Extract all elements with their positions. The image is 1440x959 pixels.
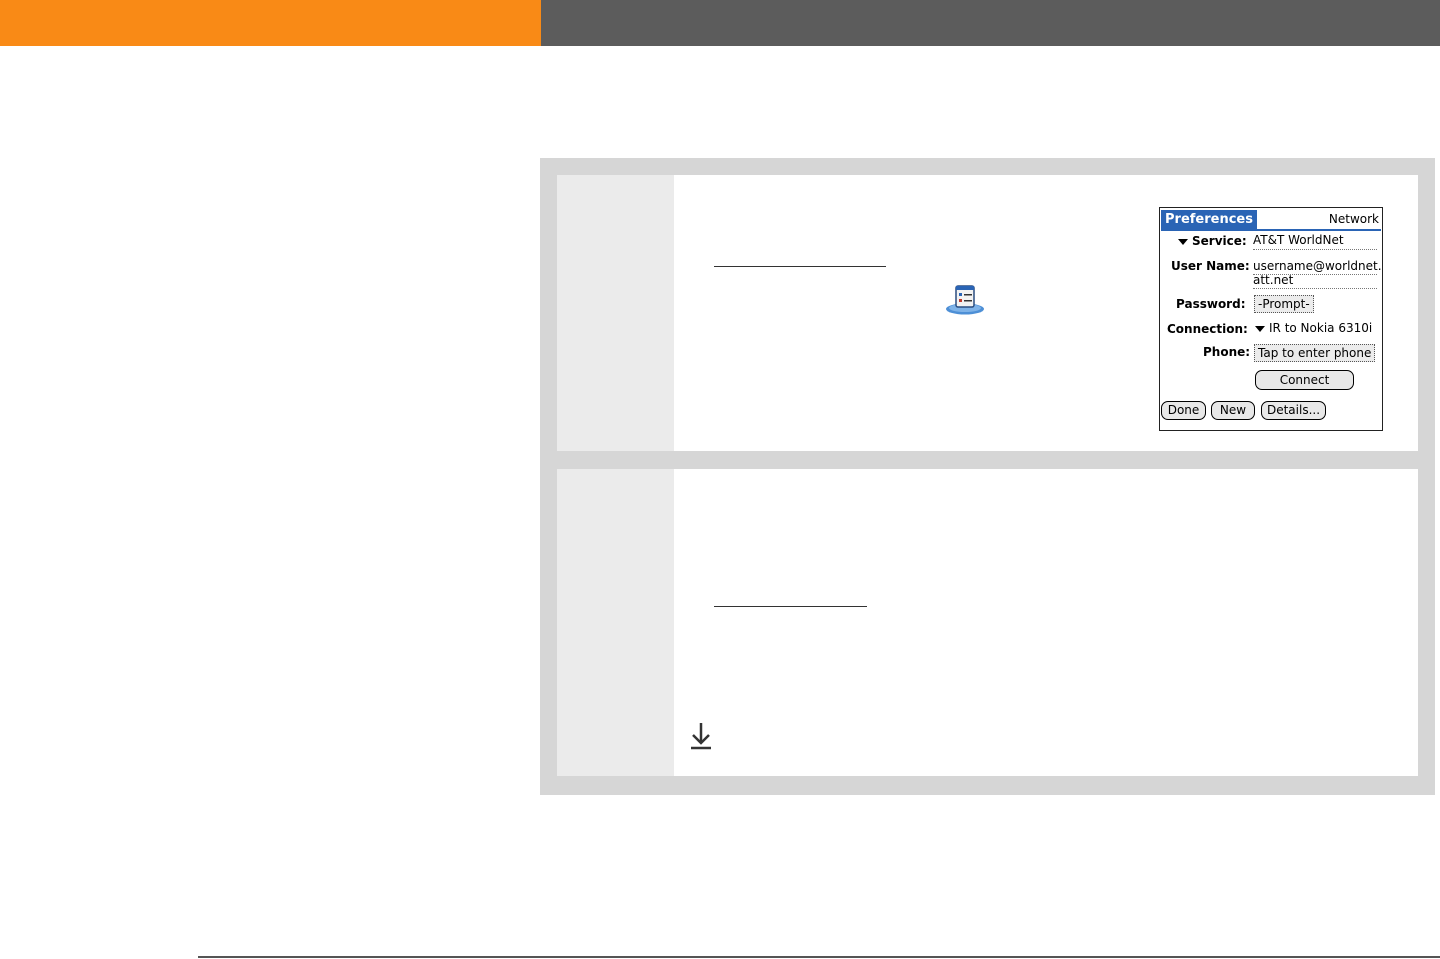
step-1-content: Preferences Network Service: AT&T WorldN… <box>674 175 1418 451</box>
palm-title-rule <box>1161 229 1381 231</box>
password-label: Password: <box>1176 297 1246 311</box>
phone-field[interactable]: Tap to enter phone <box>1254 344 1376 362</box>
header-bar-gray <box>541 0 1440 46</box>
service-dropdown-icon[interactable] <box>1178 238 1188 245</box>
connect-button[interactable]: Connect <box>1255 370 1354 390</box>
step-1-number-column <box>557 175 674 451</box>
network-preferences-screenshot: Preferences Network Service: AT&T WorldN… <box>1159 207 1383 431</box>
down-arrow-icon[interactable] <box>689 721 713 751</box>
service-value: AT&T WorldNet <box>1253 233 1344 247</box>
step-2-link-underline[interactable] <box>714 606 867 607</box>
details-button[interactable]: Details... <box>1261 401 1326 420</box>
username-line-2[interactable]: att.net <box>1253 273 1293 287</box>
step-2 <box>557 469 1418 776</box>
new-button[interactable]: New <box>1211 401 1255 420</box>
username-underline-2 <box>1253 288 1377 289</box>
connection-dropdown-icon[interactable] <box>1255 325 1265 332</box>
palm-header: Preferences Network <box>1161 210 1381 229</box>
header-bar-orange <box>0 0 541 46</box>
palm-pane-name[interactable]: Network <box>1329 211 1379 228</box>
service-underline <box>1253 249 1377 250</box>
step-2-number-column <box>557 469 674 776</box>
step-1: Preferences Network Service: AT&T WorldN… <box>557 175 1418 451</box>
service-label[interactable]: Service: <box>1178 234 1247 248</box>
phone-label: Phone: <box>1203 345 1251 359</box>
done-button[interactable]: Done <box>1161 401 1206 420</box>
step-1-link-underline[interactable] <box>714 266 886 267</box>
palm-title: Preferences <box>1161 210 1257 229</box>
connection-label: Connection: <box>1167 322 1248 336</box>
step-2-content <box>674 469 1418 776</box>
username-line-1[interactable]: username@worldnet. <box>1253 259 1382 273</box>
username-label: User Name: <box>1171 259 1250 273</box>
footer-rule <box>198 956 1440 958</box>
prefs-app-icon[interactable] <box>945 283 987 315</box>
password-field[interactable]: -Prompt- <box>1254 295 1314 313</box>
connection-value[interactable]: IR to Nokia 6310i <box>1255 321 1372 335</box>
